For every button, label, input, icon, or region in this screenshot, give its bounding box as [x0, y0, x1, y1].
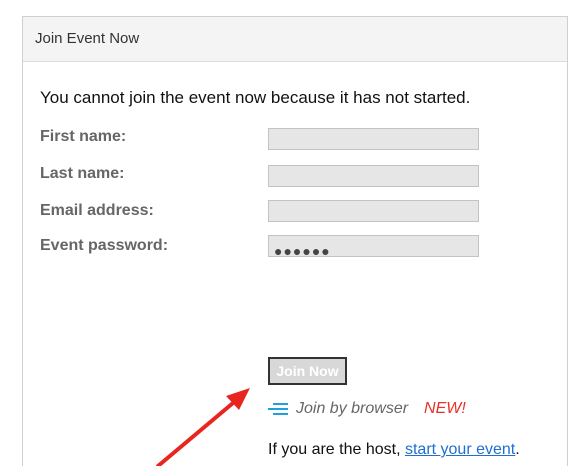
email-address-input[interactable] [268, 200, 479, 222]
first-name-input[interactable] [268, 128, 479, 150]
join-now-button[interactable]: Join Now [268, 357, 347, 385]
screenshot-canvas: Join Event Now You cannot join the event… [0, 0, 575, 466]
join-by-browser-label[interactable]: Join by browser [296, 400, 408, 418]
start-your-event-link[interactable]: start your event [405, 441, 515, 458]
panel-header: Join Event Now [23, 17, 567, 62]
browser-lines-icon [268, 403, 288, 415]
last-name-label: Last name: [40, 165, 125, 182]
host-prompt: If you are the host, start your event. [268, 441, 520, 459]
first-name-label: First name: [40, 128, 127, 145]
event-password-input[interactable] [268, 235, 479, 257]
join-by-browser-link[interactable]: Join by browser NEW! [268, 399, 466, 419]
new-badge: NEW! [424, 400, 466, 417]
host-prompt-period: . [515, 441, 520, 458]
email-address-label: Email address: [40, 202, 154, 219]
event-not-started-message: You cannot join the event now because it… [40, 88, 471, 107]
last-name-input[interactable] [268, 165, 479, 187]
event-password-label: Event password: [40, 237, 169, 254]
join-event-panel: Join Event Now You cannot join the event… [22, 16, 568, 466]
panel-title: Join Event Now [35, 30, 140, 47]
host-prompt-text: If you are the host, [268, 441, 405, 458]
